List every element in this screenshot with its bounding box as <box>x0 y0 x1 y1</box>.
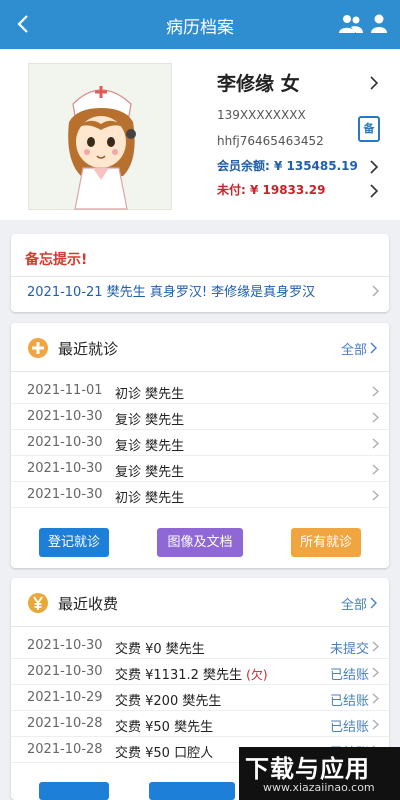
site-watermark-logo: 下载与应用 www.xiazaiinao.com <box>239 747 400 800</box>
visit-desc: 复诊 樊先生 <box>115 439 185 454</box>
visits-header: 最近就诊 全部 <box>11 323 389 372</box>
chevron-right-icon[interactable] <box>370 597 377 609</box>
visit-desc: 复诊 樊先生 <box>115 465 185 480</box>
divider <box>11 276 389 277</box>
chevron-right-icon[interactable] <box>372 285 379 297</box>
payment-status: 已结账 <box>329 668 369 683</box>
register-visit-button[interactable]: 登记就诊 <box>39 528 109 557</box>
payment-date: 2021-10-28 <box>27 716 103 731</box>
owed-tag: (欠) <box>246 668 268 682</box>
medical-plus-icon <box>28 338 48 358</box>
payment-action-button[interactable] <box>149 782 235 800</box>
payment-status: 已结账 <box>329 694 369 709</box>
visit-date: 2021-11-01 <box>27 383 103 398</box>
payment-row[interactable]: 2021-10-30 交费 ¥1131.2 樊先生 (欠) 已结账 <box>11 659 389 685</box>
recent-visits-card: 最近就诊 全部 2021-11-01 初诊 樊先生 2021-10-30 复诊 … <box>11 323 389 568</box>
visit-row[interactable]: 2021-10-30 初诊 樊先生 <box>11 482 389 508</box>
payment-status: 未提交 <box>329 642 369 657</box>
visit-date: 2021-10-30 <box>27 461 103 476</box>
payments-header: 最近收费 全部 <box>11 578 389 627</box>
payment-desc: 交费 ¥50 口腔人 <box>115 746 214 761</box>
yen-coin-icon <box>28 593 48 613</box>
payment-desc: 交费 ¥50 樊先生 <box>115 720 214 735</box>
group-users-icon[interactable] <box>338 14 364 34</box>
visit-desc: 复诊 樊先生 <box>115 413 185 428</box>
visit-desc: 初诊 樊先生 <box>115 387 185 402</box>
chevron-right-icon <box>372 464 379 475</box>
note-badge-icon[interactable]: 备 <box>358 116 380 142</box>
chevron-right-icon <box>372 490 379 501</box>
chevron-right-icon <box>372 438 379 449</box>
memo-card: 备忘提示! 2021-10-21 樊先生 真身罗汉! 李修缘是真身罗汉 <box>11 234 389 312</box>
payment-action-button[interactable] <box>39 782 109 800</box>
payment-date: 2021-10-29 <box>27 690 103 705</box>
payment-desc: 交费 ¥1131.2 樊先生 (欠) <box>115 668 268 683</box>
visit-date: 2021-10-30 <box>27 435 103 450</box>
app-header: 病历档案 <box>0 0 400 49</box>
visit-date: 2021-10-30 <box>27 487 103 502</box>
memo-text[interactable]: 2021-10-21 樊先生 真身罗汉! 李修缘是真身罗汉 <box>27 281 367 300</box>
payment-status: 已结账 <box>329 720 369 735</box>
visits-all-link[interactable]: 全部 <box>341 339 367 358</box>
images-docs-button[interactable]: 图像及文档 <box>157 528 243 557</box>
payment-date: 2021-10-28 <box>27 742 103 757</box>
payments-all-link[interactable]: 全部 <box>341 594 367 613</box>
chevron-right-icon <box>372 412 379 423</box>
unpaid-amount[interactable]: 未付: ¥ 19833.29 <box>217 181 326 198</box>
payment-row[interactable]: 2021-10-28 交费 ¥50 樊先生 已结账 <box>11 711 389 737</box>
payment-desc: 交费 ¥200 樊先生 <box>115 694 222 709</box>
memo-title: 备忘提示! <box>25 252 88 268</box>
payment-row[interactable]: 2021-10-30 交费 ¥0 樊先生 未提交 <box>11 633 389 659</box>
chevron-right-icon <box>372 641 379 652</box>
chevron-right-icon <box>372 719 379 730</box>
payments-title: 最近收费 <box>58 595 119 613</box>
chevron-right-icon <box>372 667 379 678</box>
patient-id-code: hhfj76465463452 <box>217 134 324 148</box>
payment-desc: 交费 ¥0 樊先生 <box>115 642 205 657</box>
visit-date: 2021-10-30 <box>27 409 103 424</box>
visit-row[interactable]: 2021-10-30 复诊 樊先生 <box>11 456 389 482</box>
visit-row[interactable]: 2021-10-30 复诊 樊先生 <box>11 404 389 430</box>
patient-avatar[interactable] <box>28 63 172 210</box>
chevron-right-icon[interactable] <box>370 184 378 198</box>
chevron-right-icon <box>372 693 379 704</box>
chevron-right-icon[interactable] <box>370 160 378 174</box>
chevron-right-icon[interactable] <box>370 342 377 354</box>
payment-row[interactable]: 2021-10-29 交费 ¥200 樊先生 已结账 <box>11 685 389 711</box>
chevron-right-icon[interactable] <box>370 76 378 90</box>
payment-date: 2021-10-30 <box>27 638 103 653</box>
user-icon[interactable] <box>370 14 388 34</box>
all-visits-button[interactable]: 所有就诊 <box>291 528 361 557</box>
patient-name: 李修缘 女 <box>217 73 300 95</box>
member-balance[interactable]: 会员余额: ¥ 135485.19 <box>217 157 358 174</box>
visit-row[interactable]: 2021-11-01 初诊 樊先生 <box>11 378 389 404</box>
chevron-right-icon <box>372 386 379 397</box>
payment-date: 2021-10-30 <box>27 664 103 679</box>
visit-desc: 初诊 樊先生 <box>115 491 185 506</box>
visits-title: 最近就诊 <box>58 340 119 358</box>
cartoon-nurse-image <box>68 86 136 210</box>
visit-row[interactable]: 2021-10-30 复诊 樊先生 <box>11 430 389 456</box>
patient-phone: 139XXXXXXXX <box>217 108 306 122</box>
patient-profile: 李修缘 女 139XXXXXXXX hhfj76465463452 备 会员余额… <box>0 49 400 220</box>
